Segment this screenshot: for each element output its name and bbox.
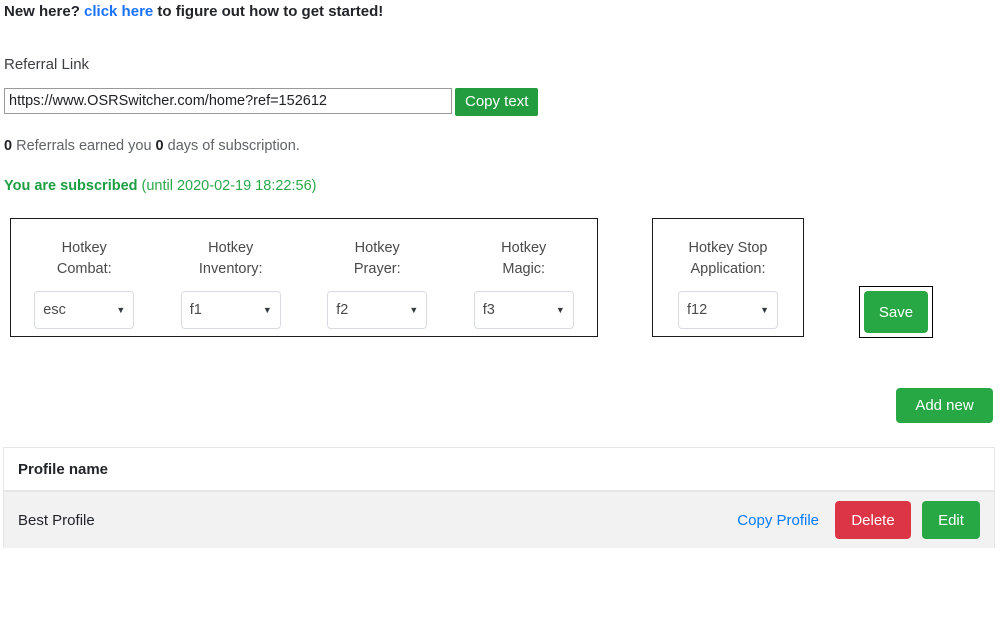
chevron-down-icon: ▼: [262, 304, 272, 315]
referral-link-row: Copy text: [4, 88, 539, 116]
hotkey-magic-value: f3: [482, 302, 495, 318]
profiles-table-header: Profile name: [4, 448, 994, 492]
intro-suffix: to figure out how to get started!: [153, 3, 384, 20]
hotkey-combat-value: esc: [43, 302, 66, 318]
hotkey-cell-stop-application: Hotkey Stop Application: f12 ▼: [653, 219, 803, 336]
copy-text-button[interactable]: Copy text: [455, 88, 539, 116]
chevron-down-icon: ▼: [409, 304, 419, 315]
profile-name-cell: Best Profile: [18, 511, 95, 529]
profiles-table: Profile name Best Profile Copy Profile D…: [3, 447, 995, 548]
hotkey-cell-magic: Hotkey Magic: f3 ▼: [451, 219, 598, 336]
save-button-focus-ring: Save: [859, 286, 933, 338]
hotkey-inventory-label: Hotkey Inventory:: [198, 240, 263, 277]
referral-link-label: Referral Link: [4, 56, 90, 73]
delete-profile-button[interactable]: Delete: [835, 501, 911, 539]
chevron-down-icon: ▼: [116, 304, 126, 315]
hotkey-combat-select[interactable]: esc ▼: [34, 291, 135, 329]
hotkey-stop-panel: Hotkey Stop Application: f12 ▼: [652, 218, 804, 337]
hotkey-inventory-value: f1: [189, 302, 202, 318]
hotkey-prayer-value: f2: [336, 302, 349, 318]
subscription-status: You are subscribed (until 2020-02-19 18:…: [4, 178, 316, 194]
subscription-status-label: You are subscribed: [4, 178, 138, 194]
hotkey-stop-select[interactable]: f12 ▼: [678, 291, 778, 329]
hotkey-magic-select[interactable]: f3 ▼: [473, 291, 574, 329]
hotkey-cell-combat: Hotkey Combat: esc ▼: [11, 219, 158, 336]
column-header-profile-name: Profile name: [18, 460, 109, 478]
edit-profile-button[interactable]: Edit: [922, 501, 980, 539]
get-started-link[interactable]: click here: [84, 3, 153, 20]
copy-profile-link[interactable]: Copy Profile: [737, 512, 819, 529]
hotkey-cell-prayer: Hotkey Prayer: f2 ▼: [304, 219, 451, 336]
subscription-until: (until 2020-02-19 18:22:56): [137, 178, 317, 194]
hotkey-cell-inventory: Hotkey Inventory: f1 ▼: [158, 219, 305, 336]
hotkey-combat-label: Hotkey Combat:: [56, 240, 112, 277]
save-button[interactable]: Save: [864, 291, 928, 333]
table-row: Best Profile Copy Profile Delete Edit: [4, 492, 994, 548]
hotkey-prayer-label: Hotkey Prayer:: [353, 240, 401, 277]
referrals-count: 0: [4, 138, 13, 154]
add-new-button[interactable]: Add new: [896, 388, 993, 423]
intro-prefix: New here?: [4, 3, 85, 20]
hotkey-stop-value: f12: [687, 302, 708, 318]
hotkey-magic-label: Hotkey Magic:: [501, 240, 547, 277]
referrals-text-mid: Referrals earned you: [12, 138, 156, 154]
referral-link-input[interactable]: [4, 88, 452, 114]
hotkey-stop-label: Hotkey Stop Application:: [688, 240, 768, 277]
intro-banner: New here? click here to figure out how t…: [4, 3, 383, 20]
hotkey-inventory-select[interactable]: f1 ▼: [180, 291, 281, 329]
chevron-down-icon: ▼: [555, 304, 565, 315]
referrals-text-end: days of subscription.: [163, 138, 300, 154]
referrals-summary: 0 Referrals earned you 0 days of subscri…: [4, 138, 300, 154]
hotkey-prayer-select[interactable]: f2 ▼: [327, 291, 428, 329]
chevron-down-icon: ▼: [760, 304, 769, 315]
hotkeys-panel: Hotkey Combat: esc ▼ Hotkey Inventory: f…: [10, 218, 598, 337]
referral-days-count: 0: [155, 138, 164, 154]
